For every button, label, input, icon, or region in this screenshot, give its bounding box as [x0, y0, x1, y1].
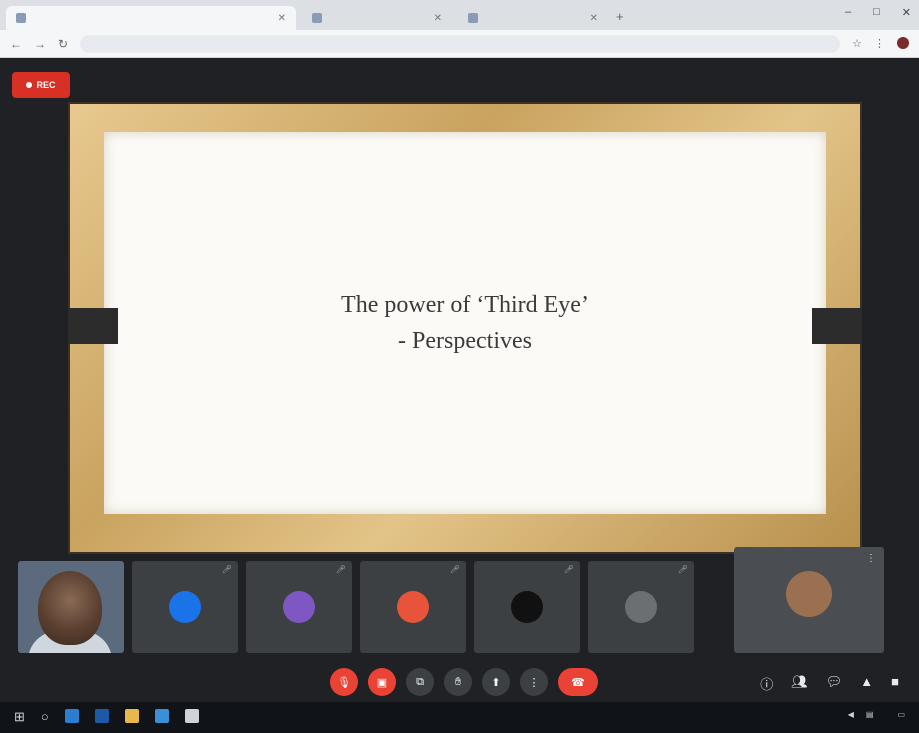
participant-avatar	[169, 591, 201, 623]
taskbar-apps: ⊞ ○	[14, 709, 199, 725]
more-vert-icon: ⋮	[528, 676, 540, 689]
microphone-toggle-button[interactable]: 🎙︎	[330, 668, 358, 696]
notifications-icon[interactable]: ▭	[897, 710, 905, 719]
present-icon: ⬆	[491, 676, 501, 689]
hangup-icon: ☎︎	[571, 676, 585, 689]
window-controls: – □ ✕	[845, 6, 911, 19]
recording-badge: REC	[12, 72, 70, 98]
meeting-control-bar: 🎙︎ ▣ ⧉ ✋︎ ⬆ ⋮ ☎︎ ⓘ 👥︎ 💬︎ ▲ ■	[0, 664, 919, 702]
participant-avatar	[283, 591, 315, 623]
toolbar-icons: ☆ ⋮	[852, 37, 909, 50]
url-input[interactable]	[80, 34, 841, 53]
forward-icon[interactable]: →	[34, 37, 46, 51]
mic-off-icon: 🎙︎	[337, 676, 351, 689]
slide-side-tab-left	[68, 308, 118, 344]
recording-label: REC	[36, 80, 56, 90]
browser-tab-active[interactable]: ✕	[6, 6, 296, 30]
record-dot-icon	[26, 82, 33, 88]
browser-tab[interactable]: ✕	[458, 6, 608, 30]
info-icon[interactable]: ⓘ	[760, 674, 773, 693]
participant-tile-self[interactable]	[18, 561, 124, 653]
chrome-app-icon[interactable]	[184, 709, 199, 723]
tab-close-icon[interactable]: ✕	[434, 13, 442, 24]
system-tray: ◀ ▤ ▭	[848, 710, 905, 719]
address-bar: ← → ↻ ☆ ⋮	[0, 30, 919, 58]
mail-app-icon[interactable]	[154, 709, 169, 723]
tab-favicon-icon	[312, 13, 322, 23]
tab-favicon-icon	[16, 13, 26, 23]
back-icon[interactable]: ←	[10, 37, 22, 51]
mic-muted-icon: 🎤︎	[335, 565, 346, 574]
participant-avatar	[397, 591, 429, 623]
profile-avatar[interactable]	[897, 37, 909, 49]
participant-tile[interactable]: 🎤︎	[588, 561, 694, 653]
activities-icon[interactable]: ▲	[860, 674, 873, 693]
volume-icon[interactable]: ◀	[848, 710, 854, 719]
chat-icon[interactable]: 💬︎	[826, 674, 843, 693]
slide-title-line1: The power of ‘Third Eye’	[341, 292, 589, 318]
tab-close-icon[interactable]: ✕	[278, 13, 286, 24]
mic-muted-icon: 🎤︎	[677, 565, 688, 574]
hand-icon: ✋︎	[454, 675, 462, 688]
browser-tab-strip: ✕ ✕ ✕ + – □ ✕	[0, 0, 919, 30]
slide-side-tab-right	[812, 308, 862, 344]
presentation-frame: The power of ‘Third Eye’ - Perspectives	[70, 104, 860, 552]
participant-avatar	[511, 591, 543, 623]
network-icon[interactable]: ▤	[866, 710, 874, 719]
captions-icon: ⧉	[416, 675, 424, 688]
leave-call-button[interactable]: ☎︎	[558, 668, 598, 696]
tab-close-icon[interactable]: ✕	[590, 13, 598, 24]
start-icon[interactable]: ⊞	[14, 709, 25, 725]
participant-tile-hovered[interactable]: ⋮	[734, 547, 884, 653]
participant-tile[interactable]: 🎤︎	[132, 561, 238, 653]
new-tab-icon[interactable]: +	[616, 9, 624, 24]
participant-filmstrip: 🎤︎ 🎤︎ 🎤︎ 🎤︎ 🎤︎ ⋮	[18, 547, 918, 653]
presentation-slide: The power of ‘Third Eye’ - Perspectives	[104, 132, 826, 514]
participant-tile[interactable]: 🎤︎	[360, 561, 466, 653]
participant-avatar	[625, 591, 657, 623]
camera-toggle-button[interactable]: ▣	[368, 668, 396, 696]
more-options-button[interactable]: ⋮	[520, 668, 548, 696]
call-controls: 🎙︎ ▣ ⧉ ✋︎ ⬆ ⋮ ☎︎	[330, 668, 598, 696]
folder-app-icon[interactable]	[124, 709, 139, 723]
minimize-button[interactable]: –	[845, 6, 851, 19]
present-button[interactable]: ⬆	[482, 668, 510, 696]
slide-title-line2: - Perspectives	[398, 328, 532, 354]
people-icon[interactable]: 👥︎	[791, 674, 808, 693]
mic-muted-icon: 🎤︎	[563, 565, 574, 574]
browser-tab[interactable]: ✕	[302, 6, 452, 30]
mic-muted-icon: 🎤︎	[449, 565, 460, 574]
participant-tile[interactable]: 🎤︎	[474, 561, 580, 653]
self-video-face	[38, 571, 102, 645]
side-panel-controls: ⓘ 👥︎ 💬︎ ▲ ■	[760, 674, 899, 693]
reload-icon[interactable]: ↻	[58, 37, 68, 51]
raise-hand-button[interactable]: ✋︎	[444, 668, 472, 696]
participant-tile[interactable]: 🎤︎	[246, 561, 352, 653]
os-taskbar: ⊞ ○ ◀ ▤ ▭	[0, 702, 919, 733]
more-options-icon[interactable]: ⋮	[866, 553, 876, 564]
maximize-button[interactable]: □	[873, 6, 880, 19]
meeting-stage: REC The power of ‘Third Eye’ - Perspecti…	[0, 58, 919, 664]
search-icon[interactable]: ○	[41, 709, 49, 725]
extension-icon[interactable]: ⋮	[874, 37, 885, 50]
mic-muted-icon: 🎤︎	[221, 565, 232, 574]
store-app-icon[interactable]	[94, 709, 109, 723]
lock-icon[interactable]: ■	[891, 674, 899, 693]
star-icon[interactable]: ☆	[852, 37, 862, 50]
camera-off-icon: ▣	[376, 676, 388, 689]
edge-app-icon[interactable]	[64, 709, 79, 723]
captions-button[interactable]: ⧉	[406, 668, 434, 696]
close-window-button[interactable]: ✕	[902, 6, 911, 19]
tab-favicon-icon	[468, 13, 478, 23]
participant-avatar	[786, 571, 832, 617]
